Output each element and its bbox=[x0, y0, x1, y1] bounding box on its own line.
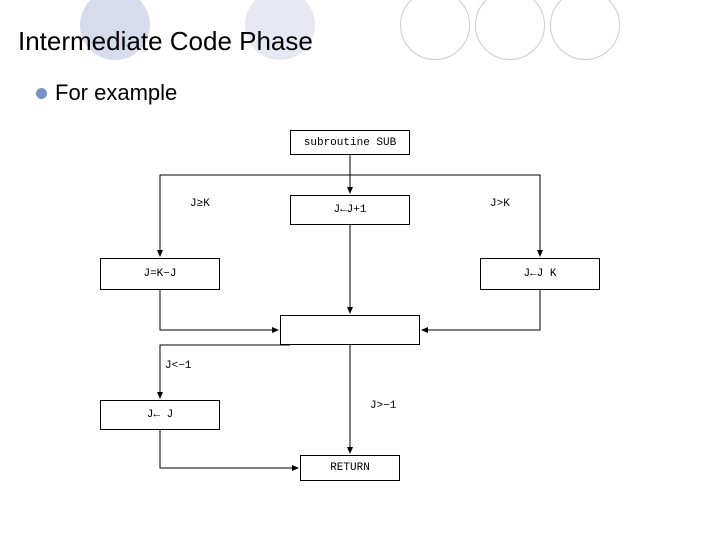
bullet-text: For example bbox=[55, 80, 177, 106]
diagram-edges bbox=[60, 120, 660, 520]
circle-decor bbox=[475, 0, 545, 60]
bullet-icon bbox=[36, 88, 47, 99]
page-title: Intermediate Code Phase bbox=[18, 26, 313, 57]
flow-diagram: subroutine SUB J←J+1 J=K−J J←J K J← J RE… bbox=[60, 120, 660, 520]
bullet-item: For example bbox=[36, 80, 177, 106]
circle-decor bbox=[400, 0, 470, 60]
circle-decor bbox=[550, 0, 620, 60]
